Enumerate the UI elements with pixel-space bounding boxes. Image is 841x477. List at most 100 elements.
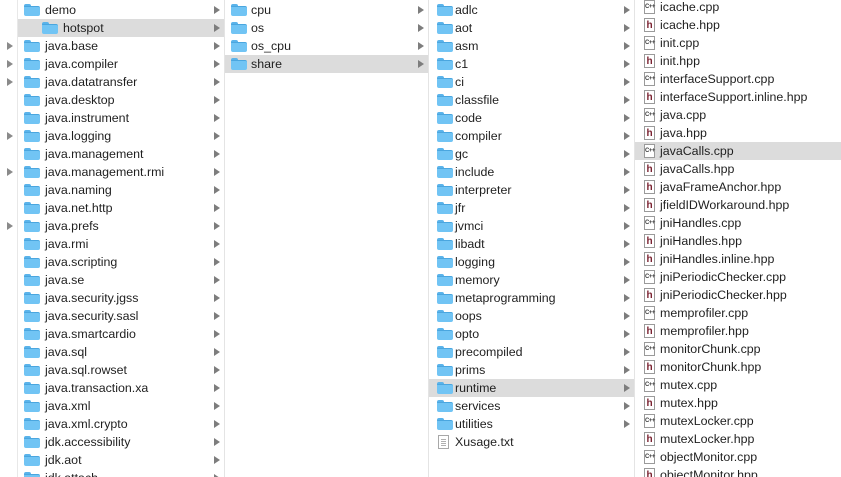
list-item[interactable]: C++ monitorChunk.cpp [635, 340, 841, 358]
list-item[interactable]: java.sql [0, 343, 224, 361]
list-item[interactable]: services [429, 397, 634, 415]
runtime-column[interactable]: C++ icache.cpp h icache.hpp C++ init.cpp h init… [635, 0, 841, 477]
list-item[interactable]: metaprogramming [429, 289, 634, 307]
list-item[interactable]: code [429, 109, 634, 127]
list-item[interactable]: h jniHandles.inline.hpp [635, 250, 841, 268]
list-item[interactable]: precompiled [429, 343, 634, 361]
list-item[interactable]: C++ javaCalls.cpp [635, 142, 841, 160]
list-item[interactable]: runtime [429, 379, 634, 397]
list-item[interactable]: h objectMonitor.hpp [635, 466, 841, 477]
list-item[interactable]: cpu [225, 1, 428, 19]
list-item[interactable]: C++ mutex.cpp [635, 376, 841, 394]
list-item[interactable]: java.security.jgss [0, 289, 224, 307]
list-item[interactable]: compiler [429, 127, 634, 145]
list-item[interactable]: jdk.attach [0, 469, 224, 477]
list-item[interactable]: jvmci [429, 217, 634, 235]
list-item[interactable]: java.prefs [0, 217, 224, 235]
list-item[interactable]: java.desktop [0, 91, 224, 109]
list-item[interactable]: gc [429, 145, 634, 163]
list-item[interactable]: asm [429, 37, 634, 55]
list-item[interactable]: h memprofiler.hpp [635, 322, 841, 340]
share-column[interactable]: adlc aot asm c1 ci classfile code compiler gc inc… [429, 0, 635, 477]
list-item[interactable]: C++ memprofiler.cpp [635, 304, 841, 322]
list-item[interactable]: java.datatransfer [0, 73, 224, 91]
list-item[interactable]: share [225, 55, 428, 73]
list-item[interactable]: C++ java.cpp [635, 106, 841, 124]
list-item[interactable]: oops [429, 307, 634, 325]
list-item[interactable]: Xusage.txt [429, 433, 634, 451]
list-item[interactable]: ci [429, 73, 634, 91]
list-item[interactable]: h init.hpp [635, 52, 841, 70]
disclosure-triangle-icon[interactable] [7, 78, 13, 86]
disclosure-triangle-icon[interactable] [7, 42, 13, 50]
disclosure-triangle-icon[interactable] [7, 168, 13, 176]
list-item[interactable]: h jfieldIDWorkaround.hpp [635, 196, 841, 214]
list-item[interactable]: C++ icache.cpp [635, 0, 841, 16]
list-item[interactable]: java.scripting [0, 253, 224, 271]
chevron-right-icon [214, 222, 220, 230]
list-item[interactable]: opto [429, 325, 634, 343]
list-item[interactable]: jfr [429, 199, 634, 217]
item-label: java.se [45, 273, 85, 287]
list-item[interactable]: demo [0, 1, 224, 19]
list-item[interactable]: java.transaction.xa [0, 379, 224, 397]
list-item[interactable]: java.sql.rowset [0, 361, 224, 379]
list-item[interactable]: java.instrument [0, 109, 224, 127]
list-item[interactable]: java.management [0, 145, 224, 163]
item-label: java.base [45, 39, 99, 53]
list-item[interactable]: h mutexLocker.hpp [635, 430, 841, 448]
list-item[interactable]: java.rmi [0, 235, 224, 253]
list-item[interactable]: aot [429, 19, 634, 37]
list-item[interactable]: h jniHandles.hpp [635, 232, 841, 250]
file-name: javaCalls.cpp [660, 144, 734, 158]
list-item[interactable]: prims [429, 361, 634, 379]
list-item[interactable]: logging [429, 253, 634, 271]
list-item[interactable]: C++ interfaceSupport.cpp [635, 70, 841, 88]
list-item[interactable]: C++ objectMonitor.cpp [635, 448, 841, 466]
list-item[interactable]: h interfaceSupport.inline.hpp [635, 88, 841, 106]
list-item[interactable]: java.se [0, 271, 224, 289]
list-item[interactable]: h java.hpp [635, 124, 841, 142]
list-item[interactable]: memory [429, 271, 634, 289]
disclosure-triangle-icon[interactable] [7, 222, 13, 230]
list-item[interactable]: java.management.rmi [0, 163, 224, 181]
list-item[interactable]: java.logging [0, 127, 224, 145]
list-item[interactable]: java.base [0, 37, 224, 55]
disclosure-triangle-icon[interactable] [7, 60, 13, 68]
list-item[interactable]: C++ mutexLocker.cpp [635, 412, 841, 430]
list-item[interactable]: h monitorChunk.hpp [635, 358, 841, 376]
list-item[interactable]: libadt [429, 235, 634, 253]
list-item[interactable]: java.smartcardio [0, 325, 224, 343]
list-item[interactable]: C++ jniHandles.cpp [635, 214, 841, 232]
list-item[interactable]: utilities [429, 415, 634, 433]
hotspot-column[interactable]: cpu os os_cpu share [225, 0, 429, 477]
list-item[interactable]: java.xml.crypto [0, 415, 224, 433]
list-item[interactable]: h javaCalls.hpp [635, 160, 841, 178]
list-item[interactable]: h jniPeriodicChecker.hpp [635, 286, 841, 304]
list-item[interactable]: os [225, 19, 428, 37]
list-item[interactable]: C++ init.cpp [635, 34, 841, 52]
list-item[interactable]: jdk.accessibility [0, 433, 224, 451]
list-item[interactable]: h icache.hpp [635, 16, 841, 34]
list-item[interactable]: java.compiler [0, 55, 224, 73]
list-item[interactable]: java.net.http [0, 199, 224, 217]
list-item[interactable]: h mutex.hpp [635, 394, 841, 412]
list-item[interactable]: jdk.aot [0, 451, 224, 469]
list-item[interactable]: java.security.sasl [0, 307, 224, 325]
disclosure-triangle-icon[interactable] [7, 132, 13, 140]
list-item[interactable]: java.naming [0, 181, 224, 199]
list-item[interactable]: adlc [429, 1, 634, 19]
list-item[interactable]: hotspot [18, 19, 224, 37]
list-item[interactable]: include [429, 163, 634, 181]
list-item[interactable]: interpreter [429, 181, 634, 199]
item-label: java.prefs [45, 219, 99, 233]
list-item[interactable]: java.xml [0, 397, 224, 415]
file-name: init.hpp [660, 54, 700, 68]
list-item[interactable]: h javaFrameAnchor.hpp [635, 178, 841, 196]
list-item[interactable]: classfile [429, 91, 634, 109]
list-item[interactable]: c1 [429, 55, 634, 73]
modules-column[interactable]: demo hotspot java.base java.compiler java.da… [0, 0, 225, 477]
cpp-file-icon: C++ [644, 0, 655, 14]
list-item[interactable]: C++ jniPeriodicChecker.cpp [635, 268, 841, 286]
list-item[interactable]: os_cpu [225, 37, 428, 55]
